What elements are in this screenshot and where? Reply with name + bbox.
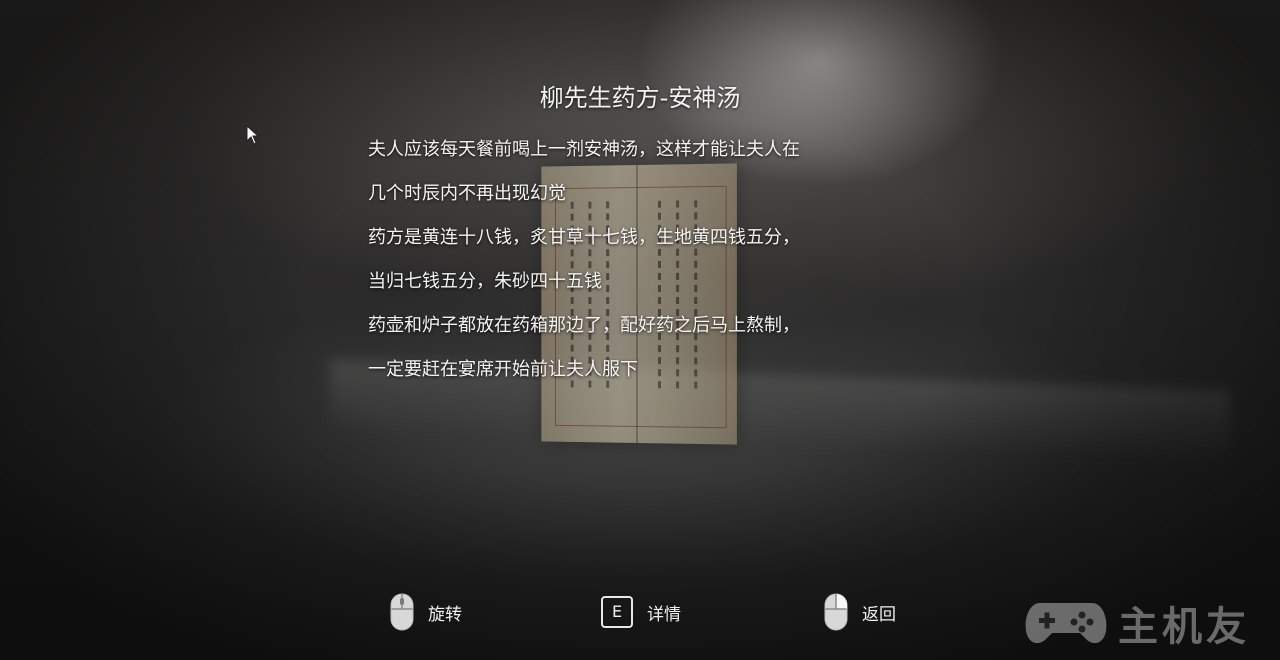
mouse-right-click-icon (824, 593, 848, 631)
details-label: 详情 (647, 600, 681, 625)
item-description: 夫人应该每天餐前喝上一剂安神汤，这样才能让夫人在 几个时辰内不再出现幻觉 药方是… (368, 132, 868, 396)
description-line: 药壶和炉子都放在药箱那边了，配好药之后马上熬制， (368, 308, 868, 352)
e-key-icon: E (601, 596, 633, 628)
description-line: 夫人应该每天餐前喝上一剂安神汤，这样才能让夫人在 (368, 132, 868, 176)
gamepad-icon (1024, 597, 1108, 649)
description-line: 几个时辰内不再出现幻觉 (368, 176, 868, 220)
mouse-cursor-icon (246, 125, 260, 145)
rotate-label: 旋转 (428, 600, 462, 625)
item-title: 柳先生药方-安神汤 (0, 78, 1280, 113)
back-label: 返回 (862, 600, 896, 625)
back-control-hint[interactable]: 返回 (824, 590, 896, 634)
site-watermark: 主机友 (1024, 594, 1250, 652)
e-key-label: E (601, 596, 633, 628)
description-line: 药方是黄连十八钱，炙甘草十七钱，生地黄四钱五分， (368, 220, 868, 264)
watermark-text: 主机友 (1118, 594, 1250, 652)
description-line: 当归七钱五分，朱砂四十五钱 (368, 264, 868, 308)
details-control-hint[interactable]: E 详情 (601, 590, 681, 634)
rotate-control-hint[interactable]: 旋转 (390, 590, 462, 634)
description-line: 一定要赶在宴席开始前让夫人服下 (368, 352, 868, 396)
mouse-left-click-icon (390, 593, 414, 631)
